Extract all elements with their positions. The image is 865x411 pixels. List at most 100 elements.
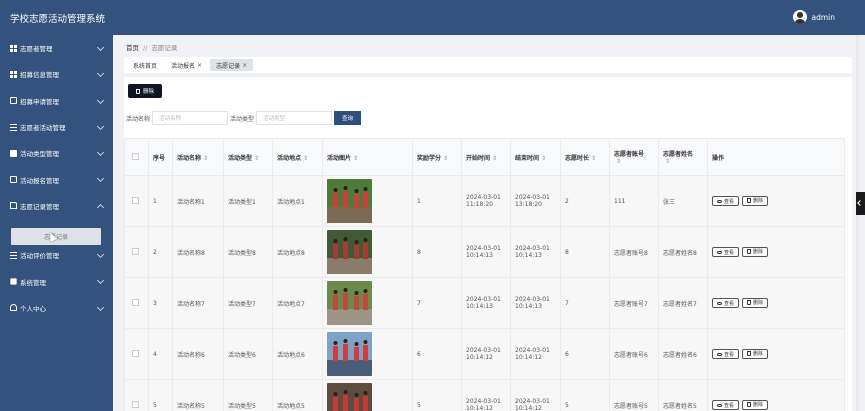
grid-icon	[10, 70, 17, 78]
sort-icon[interactable]: ⇕	[254, 155, 259, 162]
user-menu[interactable]: admin	[792, 10, 836, 24]
delete-button[interactable]: 删除	[742, 246, 769, 257]
select-all-cell	[124, 138, 149, 176]
row-checkbox[interactable]	[132, 196, 139, 204]
select-all-checkbox[interactable]	[132, 152, 139, 160]
volunteer-account-cell: 111	[609, 175, 659, 227]
end-time-cell: 2024-03-01 10:14:13	[510, 226, 561, 278]
search-button[interactable]: 查询	[334, 111, 362, 125]
actions-cell: 查看 删除	[707, 379, 845, 411]
activity-type-cell: 活动类型7	[223, 277, 273, 329]
credit-cell: 1	[412, 175, 462, 227]
column-header[interactable]: 志愿者姓名 ⇕	[658, 138, 708, 176]
sidebar-item[interactable]: 志愿者活动管理	[0, 114, 113, 140]
row-checkbox[interactable]	[132, 349, 139, 357]
sidebar-item[interactable]: 招募申请管理	[0, 88, 113, 114]
sidebar-item[interactable]: 志愿者管理	[0, 35, 113, 61]
row-select-cell	[124, 328, 149, 380]
volunteer-name-cell: 志愿者姓名7	[658, 277, 708, 329]
volunteer-name-cell: 志愿者姓名5	[658, 379, 708, 411]
view-button[interactable]: 查看	[712, 298, 740, 309]
view-button[interactable]: 查看	[712, 400, 740, 411]
column-header[interactable]: 结束时间 ⇕	[510, 138, 561, 176]
sort-icon[interactable]: ⇕	[203, 155, 208, 162]
delete-label: 删除	[753, 249, 764, 256]
delete-button[interactable]: 删除	[742, 348, 769, 359]
sidebar-item[interactable]: 活动类型管理	[0, 140, 113, 166]
row-checkbox[interactable]	[132, 400, 139, 408]
credit-cell: 8	[412, 226, 462, 278]
sort-icon[interactable]: ⇕	[492, 155, 497, 162]
start-time-cell: 2024-03-01 10:14:13	[461, 226, 511, 278]
sort-icon[interactable]: ⇕	[616, 158, 621, 165]
cube-icon	[10, 278, 17, 285]
volunteer-account-cell: 志愿者账号5	[609, 379, 659, 411]
table-row: 5 活动名称5 活动类型5 活动地点5 5 2024-03-01 10:14:12 2024-…	[124, 379, 845, 411]
duration-cell: 7	[560, 277, 610, 329]
view-button[interactable]: 查看	[712, 196, 740, 207]
sort-icon[interactable]: ⇕	[443, 155, 448, 162]
row-select-cell	[124, 277, 149, 329]
view-button[interactable]: 查看	[712, 349, 740, 360]
column-header[interactable]: 开始时间 ⇕	[461, 138, 511, 176]
sidebar-item-label: 活动评价管理	[20, 252, 59, 261]
delete-button[interactable]: 删除	[742, 195, 769, 206]
activity-photo-cell	[322, 277, 413, 329]
close-icon[interactable]: ×	[242, 62, 247, 69]
column-header[interactable]: 活动类型 ⇕	[223, 138, 273, 176]
column-header-label: 奖励学分	[417, 154, 442, 162]
activity-name-input[interactable]: 活动名称	[152, 111, 229, 125]
column-header-label: 序号	[153, 154, 166, 162]
delete-button[interactable]: 删除	[742, 297, 769, 308]
column-header-label: 开始时间	[466, 154, 491, 162]
column-header[interactable]: 志愿时长 ⇕	[560, 138, 610, 176]
row-checkbox[interactable]	[132, 247, 139, 255]
table-row: 2 活动名称8 活动类型8 活动地点8 8 2024-03-01 10:14:13 2024-…	[124, 226, 845, 278]
row-checkbox[interactable]	[132, 298, 139, 306]
user-name[interactable]: admin	[812, 13, 836, 22]
row-select-cell	[124, 226, 149, 278]
sidebar-item[interactable]: 系统管理	[0, 268, 113, 294]
column-header[interactable]: 活动名称 ⇕	[172, 138, 224, 176]
breadcrumb-home[interactable]: 首页	[126, 44, 139, 52]
tab[interactable]: 志愿记录 ×	[210, 59, 254, 71]
sort-icon[interactable]: ⇕	[591, 155, 596, 162]
column-header[interactable]: 活动地点 ⇕	[272, 138, 323, 176]
column-header-label: 志愿者姓名	[663, 151, 694, 158]
activity-photo	[327, 179, 372, 223]
sidebar-item[interactable]: 志愿记录管理	[0, 193, 113, 219]
activity-photo	[327, 332, 372, 376]
view-button[interactable]: 查看	[712, 247, 740, 258]
avatar-icon[interactable]	[792, 10, 807, 24]
sort-icon[interactable]: ⇕	[541, 155, 546, 162]
activity-type-cell: 活动类型5	[223, 379, 273, 411]
index-cell: 3	[148, 277, 173, 329]
chevron-down-icon	[96, 303, 105, 311]
sort-icon[interactable]: ⇕	[665, 158, 670, 165]
tab[interactable]: 活动报名 ×	[165, 59, 208, 71]
sort-icon[interactable]: ⇕	[353, 155, 358, 162]
bulk-delete-button[interactable]: 删除	[128, 84, 162, 98]
actions-cell: 查看 删除	[707, 226, 845, 278]
page-scrollbar[interactable]	[856, 35, 859, 411]
column-header[interactable]: 奖励学分 ⇕	[412, 138, 462, 176]
chevron-down-icon	[96, 43, 105, 52]
side-panel-toggle[interactable]	[856, 192, 865, 215]
activity-photo-cell	[322, 379, 413, 411]
activity-type-input[interactable]: 活动类型	[256, 111, 333, 125]
sidebar-item[interactable]: 活动报名管理	[0, 166, 113, 192]
column-header[interactable]: 志愿者账号 ⇕	[609, 138, 659, 176]
tab[interactable]: 系统首页	[127, 59, 163, 71]
breadcrumb-current: 志愿记录	[151, 44, 178, 52]
activity-name-cell: 活动名称8	[172, 226, 224, 278]
sidebar-item-label: 志愿者活动管理	[20, 124, 66, 133]
delete-button[interactable]: 删除	[742, 399, 769, 410]
sidebar-item[interactable]: 个人中心	[0, 295, 113, 321]
column-header-label: 活动类型	[228, 154, 253, 162]
close-icon[interactable]: ×	[197, 62, 202, 69]
column-header[interactable]: 活动图片 ⇕	[322, 138, 413, 176]
sidebar-item[interactable]: 招募信息管理	[0, 61, 113, 87]
sidebar-item[interactable]: 活动评价管理	[0, 242, 113, 268]
sort-icon[interactable]: ⇕	[303, 155, 308, 162]
search-form: 活动名称 活动名称 活动类型 活动类型 查询	[126, 111, 362, 125]
